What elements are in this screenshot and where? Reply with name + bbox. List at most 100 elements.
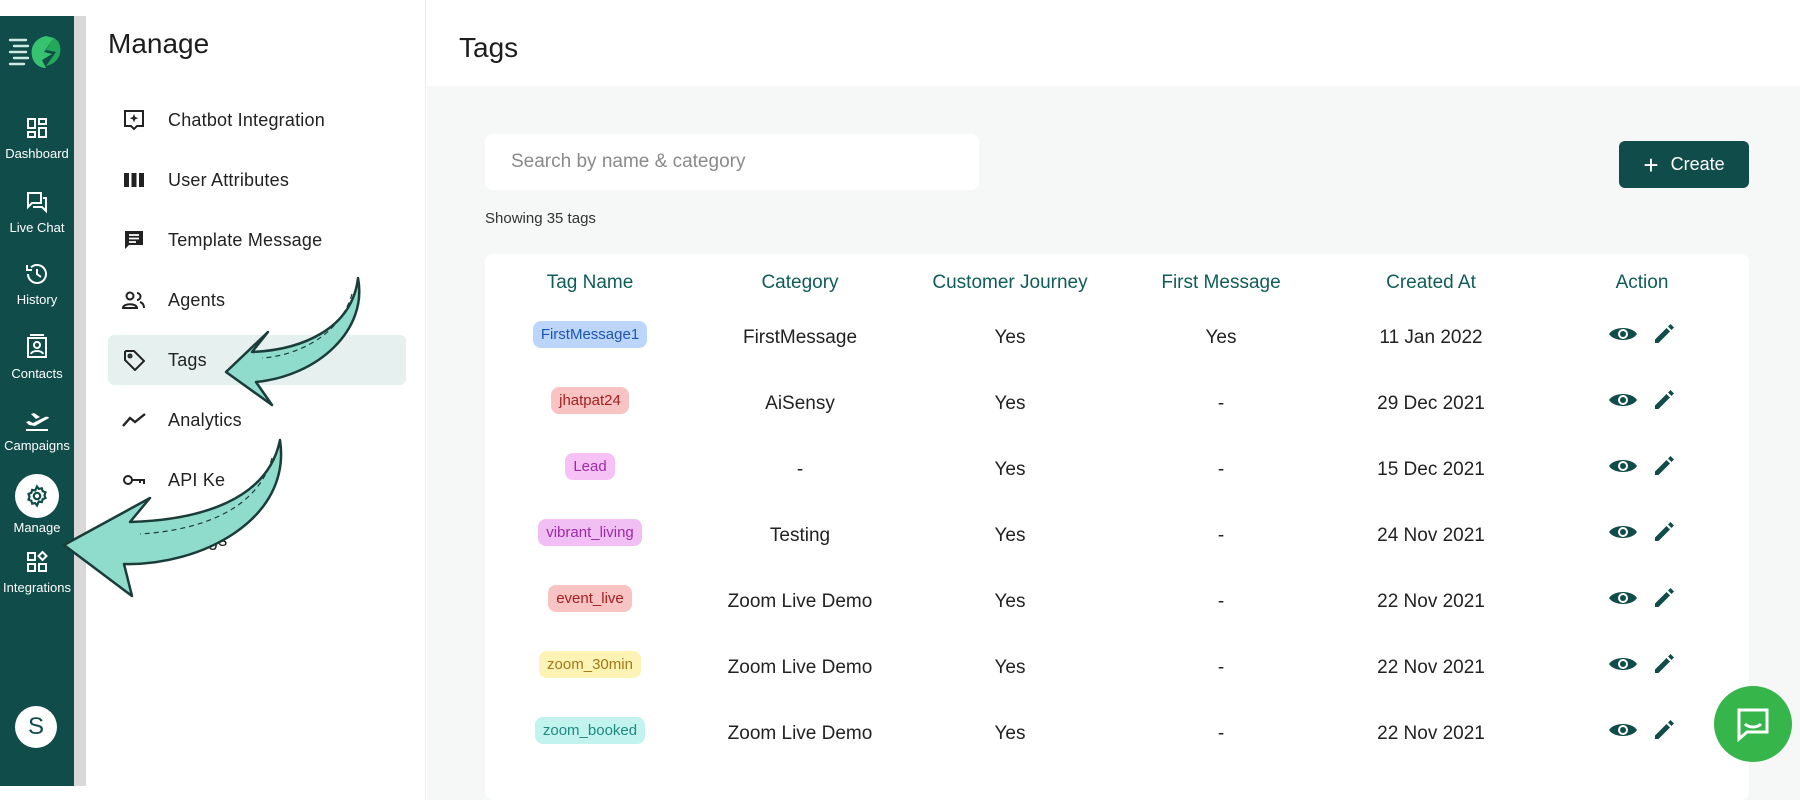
cell-category: FirstMessage	[742, 327, 858, 348]
menu-item-agents[interactable]: Agents	[108, 275, 406, 325]
cell-customer-journey: Yes	[994, 657, 1026, 678]
menu-item-template-message[interactable]: Template Message	[108, 215, 406, 265]
cell-first-message: -	[1217, 657, 1225, 678]
rail-label: Campaigns	[4, 438, 70, 453]
column-header-tag-name[interactable]: Tag Name	[485, 272, 695, 294]
rail-label: Dashboard	[5, 146, 69, 161]
menu-item-chatbot-integration[interactable]: Chatbot Integration	[108, 95, 406, 145]
search-input[interactable]	[485, 134, 979, 190]
rail-label: Integrations	[3, 580, 71, 595]
cell-created-at: 22 Nov 2021	[1377, 591, 1485, 612]
column-header-first-message[interactable]: First Message	[1116, 272, 1326, 294]
menu-item-user-attributes[interactable]: User Attributes	[108, 155, 406, 205]
menu-item-settings[interactable]: gs	[108, 515, 406, 565]
cell-first-message: -	[1217, 393, 1225, 414]
manage-panel: Manage Chatbot Integration User Attribut…	[86, 0, 426, 800]
menu-item-analytics[interactable]: Analytics	[108, 395, 406, 445]
app-logo[interactable]	[6, 30, 68, 72]
column-header-category[interactable]: Category	[695, 272, 905, 294]
panel-title: Manage	[108, 28, 210, 59]
rail-item-campaigns[interactable]: Campaigns	[0, 408, 74, 453]
widgets-icon	[27, 550, 48, 572]
rail-label: Contacts	[11, 366, 63, 381]
eye-icon[interactable]	[1608, 654, 1638, 674]
airplane-icon	[26, 413, 49, 431]
edit-pencil-icon[interactable]	[1652, 388, 1676, 412]
column-header-created-at[interactable]: Created At	[1326, 272, 1536, 294]
menu-item-tags[interactable]: Tags	[108, 335, 406, 385]
menu-label: Chatbot Integration	[168, 109, 325, 130]
tag-chip: zoom_30min	[539, 650, 641, 678]
top-bar: Tags	[427, 0, 1800, 86]
trend-icon	[122, 408, 146, 432]
cell-customer-journey: Yes	[994, 327, 1026, 348]
cell-action	[1537, 436, 1747, 496]
table-row: Lead - Yes - 15 Dec 2021	[485, 440, 1749, 500]
menu-label: Tags	[168, 349, 207, 370]
table-row: zoom_30min Zoom Live Demo Yes - 22 Nov 2021	[485, 638, 1749, 698]
cell-created-at: 22 Nov 2021	[1377, 723, 1485, 744]
tag-chip: zoom_booked	[534, 716, 646, 744]
cell-first-message: -	[1217, 459, 1225, 480]
column-header-customer-journey[interactable]: Customer Journey	[905, 272, 1115, 294]
chatbot-icon	[122, 108, 146, 132]
support-chat-button[interactable]	[1714, 686, 1792, 762]
cell-first-message: Yes	[1205, 327, 1237, 348]
tag-count: Showing 35 tags	[485, 210, 596, 227]
column-header-action: Action	[1615, 272, 1669, 293]
chat-bubble-icon	[1737, 708, 1769, 743]
chat-icon	[27, 192, 47, 214]
eye-icon[interactable]	[1608, 456, 1638, 476]
cell-action	[1537, 568, 1747, 628]
edit-pencil-icon[interactable]	[1652, 718, 1676, 742]
tag-icon	[122, 348, 146, 372]
edit-pencil-icon[interactable]	[1652, 322, 1676, 346]
page-title: Tags	[459, 32, 519, 63]
rail-item-dashboard[interactable]: Dashboard	[0, 116, 74, 161]
cell-first-message: -	[1217, 723, 1225, 744]
menu-label: Agents	[168, 289, 226, 310]
rail-item-integrations[interactable]: Integrations	[0, 550, 74, 595]
rail-item-contacts[interactable]: Contacts	[0, 334, 74, 381]
menu-label: User Attributes	[168, 169, 290, 190]
cell-category: Testing	[769, 525, 831, 546]
rail-item-history[interactable]: History	[0, 262, 74, 307]
cell-created-at: 11 Jan 2022	[1379, 327, 1483, 348]
eye-icon[interactable]	[1608, 390, 1638, 410]
cell-tag-name: event_live	[485, 568, 695, 628]
cell-category: -	[796, 459, 804, 480]
menu-label: API Ke	[168, 469, 226, 490]
rail-item-manage[interactable]: Manage	[0, 474, 74, 535]
rail-label: Manage	[13, 520, 61, 535]
rail-scrollbar[interactable]	[74, 16, 86, 786]
cell-tag-name: Lead	[485, 436, 695, 496]
eye-icon[interactable]	[1608, 588, 1638, 608]
cell-created-at: 24 Nov 2021	[1377, 525, 1485, 546]
edit-pencil-icon[interactable]	[1652, 454, 1676, 478]
menu-label: gs	[208, 529, 228, 550]
eye-icon[interactable]	[1608, 720, 1638, 740]
tag-chip: event_live	[548, 584, 632, 612]
eye-icon[interactable]	[1608, 324, 1638, 344]
cell-tag-name: zoom_booked	[485, 700, 695, 760]
eye-icon[interactable]	[1608, 522, 1638, 542]
edit-pencil-icon[interactable]	[1652, 586, 1676, 610]
edit-pencil-icon[interactable]	[1652, 652, 1676, 676]
create-label: Create	[1670, 154, 1725, 174]
edit-pencil-icon[interactable]	[1652, 520, 1676, 544]
cell-category: Zoom Live Demo	[727, 723, 873, 744]
settings-icon	[122, 528, 146, 552]
cell-action	[1537, 304, 1747, 364]
gear-icon	[27, 484, 47, 508]
people-icon	[122, 288, 146, 312]
cell-customer-journey: Yes	[994, 525, 1026, 546]
create-button[interactable]: + Create	[1619, 141, 1749, 188]
menu-item-api-key[interactable]: API Ke	[108, 455, 406, 505]
avatar[interactable]: S	[15, 706, 57, 748]
left-rail: Dashboard Live Chat History Contacts Cam…	[0, 16, 74, 786]
table-row: vibrant_living Testing Yes - 24 Nov 2021	[485, 506, 1749, 566]
cell-created-at: 15 Dec 2021	[1377, 459, 1485, 480]
menu-label: Template Message	[168, 229, 323, 250]
rail-item-live-chat[interactable]: Live Chat	[0, 190, 74, 235]
plus-icon: +	[1643, 149, 1659, 180]
